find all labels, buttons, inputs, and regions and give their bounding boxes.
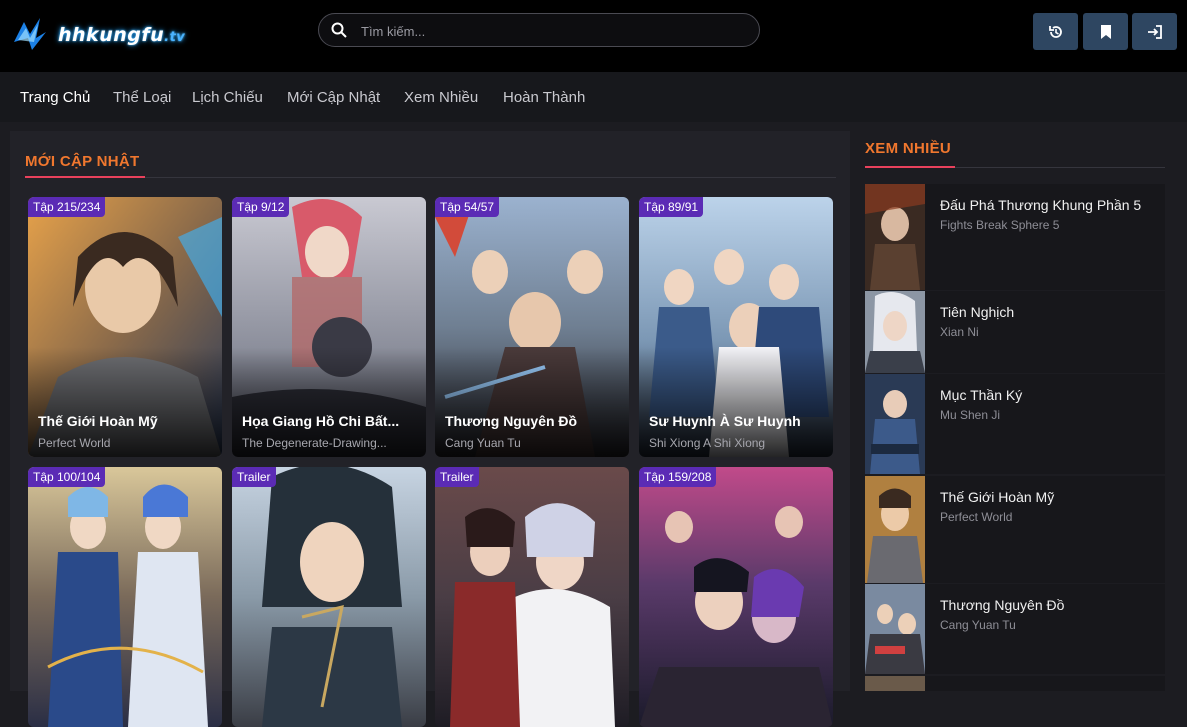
anime-card[interactable]: Tập 54/57 Thương Nguyên Đồ Cang Yuan Tu [435,197,629,457]
thumbnail-image [865,584,925,674]
search-input[interactable] [359,20,743,42]
nav-item-home[interactable]: Trang Chủ [20,89,90,106]
logo-text: hhkungfu.tv [58,24,186,46]
top-header: hhkungfu.tv [0,0,1187,72]
search-icon[interactable] [331,22,347,38]
thumbnail-image [865,676,925,691]
search-box[interactable] [318,13,760,47]
nav-item-genres[interactable]: Thể Loại [113,89,171,106]
card-title[interactable]: Thế Giới Hoàn Mỹ [38,413,214,429]
sidebar-item[interactable]: Thương Nguyên Đồ Cang Yuan Tu [865,584,1165,674]
anime-card[interactable]: Tập 9/12 Họa Giang Hồ Chi Bất... The Deg… [232,197,426,457]
sidebar-item-subtitle: Fights Break Sphere 5 [940,218,1060,232]
poster-image [639,467,833,727]
poster-image [435,467,629,727]
site-logo[interactable]: hhkungfu.tv [10,14,186,54]
login-icon [1147,24,1162,39]
sidebar-item-subtitle: Cang Yuan Tu [940,618,1016,632]
card-title[interactable]: Sư Huynh À Sư Huynh [649,413,825,429]
nav-item-new-updates[interactable]: Mới Cập Nhật [287,89,380,106]
login-button[interactable] [1132,13,1177,50]
sidebar-item[interactable]: Mục Thần Ký Mu Shen Ji [865,374,1165,474]
section-title: MỚI CẬP NHẬT [25,153,140,170]
sidebar-item-subtitle: Xian Ni [940,325,979,339]
history-icon [1048,25,1062,38]
card-title[interactable]: Thương Nguyên Đồ [445,413,621,429]
poster-image [232,467,426,727]
episode-badge: Trailer [435,467,479,487]
episode-badge: Tập 100/104 [28,467,106,487]
poster-image [28,467,222,727]
episode-badge: Trailer [232,467,276,487]
thumbnail-image [865,291,925,373]
card-subtitle: The Degenerate-Drawing... [242,436,387,450]
most-viewed-sidebar: XEM NHIỀU Đấu Phá Thương Khung Phần 5 Fi… [865,131,1165,691]
logo-emblem-icon [14,18,46,50]
anime-card[interactable]: Trailer [435,467,629,727]
bookmark-icon [1100,24,1111,39]
card-subtitle: Perfect World [38,436,111,450]
nav-item-schedule[interactable]: Lịch Chiếu [192,89,263,106]
card-subtitle: Shi Xiong A Shi Xiong [649,436,766,450]
sidebar-title-underline [865,166,955,168]
episode-badge: Tập 159/208 [639,467,717,487]
bookmark-button[interactable] [1083,13,1128,50]
latest-updates-panel: MỚI CẬP NHẬT Tập 215/234 Thế Giới Hoàn M… [10,131,850,727]
sidebar-item-title[interactable]: Tiên Nghịch [940,304,1014,320]
episode-badge: Tập 9/12 [232,197,290,217]
sidebar-item-title[interactable]: Mục Thần Ký [940,387,1022,403]
sidebar-item-partial[interactable] [865,676,1165,691]
sidebar-title: XEM NHIỀU [865,140,952,157]
sidebar-item-title[interactable]: Thương Nguyên Đồ [940,597,1064,613]
episode-badge: Tập 215/234 [28,197,106,217]
sidebar-item-title[interactable]: Thế Giới Hoàn Mỹ [940,489,1054,505]
episode-badge: Tập 54/57 [435,197,500,217]
anime-card[interactable]: Tập 100/104 [28,467,222,727]
anime-card[interactable]: Tập 215/234 Thế Giới Hoàn Mỹ Perfect Wor… [28,197,222,457]
sidebar-item-subtitle: Perfect World [940,510,1013,524]
sidebar-item[interactable]: Đấu Phá Thương Khung Phần 5 Fights Break… [865,184,1165,290]
thumbnail-image [865,476,925,583]
thumbnail-image [865,184,925,290]
nav-item-completed[interactable]: Hoàn Thành [503,89,585,106]
section-divider [25,177,836,178]
history-button[interactable] [1033,13,1078,50]
main-nav: Trang Chủ Thể Loại Lịch Chiếu Mới Cập Nh… [0,72,1187,122]
sidebar-item[interactable]: Thế Giới Hoàn Mỹ Perfect World [865,476,1165,583]
card-title[interactable]: Họa Giang Hồ Chi Bất... [242,413,418,429]
sidebar-item[interactable]: Tiên Nghịch Xian Ni [865,291,1165,373]
card-subtitle: Cang Yuan Tu [445,436,521,450]
sidebar-item-subtitle: Mu Shen Ji [940,408,1001,422]
thumbnail-image [865,374,925,474]
sidebar-item-title[interactable]: Đấu Phá Thương Khung Phần 5 [940,197,1141,213]
anime-card[interactable]: Trailer [232,467,426,727]
nav-item-most-viewed[interactable]: Xem Nhiều [404,89,478,106]
episode-badge: Tập 89/91 [639,197,704,217]
section-title-underline [25,176,145,178]
anime-card[interactable]: Tập 159/208 [639,467,833,727]
anime-card[interactable]: Tập 89/91 Sư Huynh À Sư Huynh Shi Xiong … [639,197,833,457]
